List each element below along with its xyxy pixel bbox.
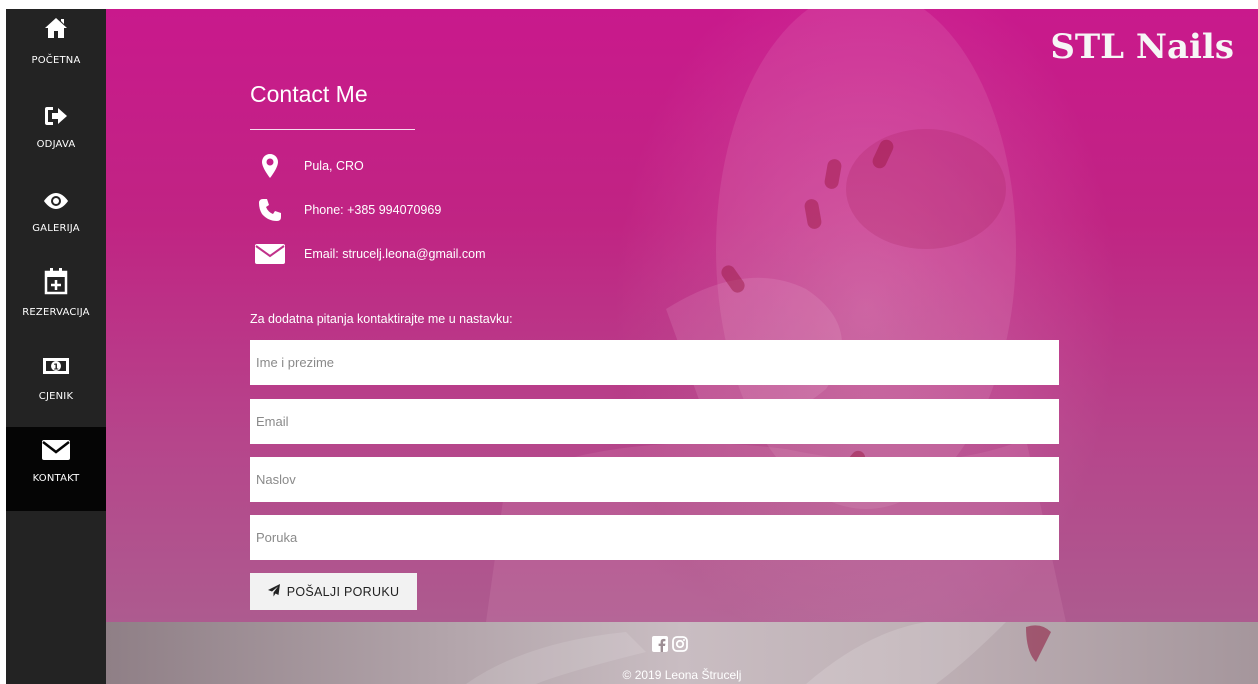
name-input[interactable] [250,340,1059,385]
sidebar-item-rezervacija[interactable]: REZERVACIJA [6,261,106,345]
eye-icon [6,191,106,219]
sidebar-item-kontakt[interactable]: KONTAKT [6,427,106,511]
send-message-button[interactable]: POŠALJI PORUKU [250,573,417,610]
money-icon: 1 [6,355,106,383]
phone-icon [250,193,290,227]
location-text: Pula, CRO [304,159,364,173]
footer: © 2019 Leona Štrucelj [106,622,1258,684]
page-title: Contact Me [250,81,368,107]
home-icon [6,17,106,45]
instagram-icon[interactable] [672,636,688,652]
phone-text: Phone: +385 994070969 [304,203,442,217]
sidebar-item-label: REZERVACIJA [22,307,90,318]
paper-plane-icon [267,583,281,600]
sidebar-item-pocetna[interactable]: POČETNA [6,9,106,93]
map-marker-icon [250,149,290,183]
email-input[interactable] [250,399,1059,444]
subject-input[interactable] [250,457,1059,502]
svg-text:1: 1 [53,363,59,372]
send-button-label: POŠALJI PORUKU [286,584,400,599]
sidebar-item-label: GALERIJA [32,223,80,234]
envelope-icon [250,237,290,271]
sidebar-item-galerija[interactable]: GALERIJA [6,177,106,261]
sign-out-icon [6,105,106,133]
sidebar-item-label: POČETNA [31,55,81,66]
sidebar-item-label: CJENIK [38,391,74,402]
brand-logo: STL Nails [1050,27,1234,67]
message-input[interactable] [250,515,1059,560]
sidebar-item-label: ODJAVA [36,139,76,150]
sidebar-item-cjenik[interactable]: 1 CJENIK [6,345,106,429]
calendar-plus-icon [6,267,106,295]
email-text: Email: strucelj.leona@gmail.com [304,247,486,261]
contact-section: STL Nails Contact Me Pula, CRO Phone: +3… [106,9,1258,622]
copyright: © 2019 Leona Štrucelj [622,668,742,682]
sidebar-item-label: KONTAKT [32,473,80,484]
title-divider [250,129,415,130]
sidebar-item-odjava[interactable]: ODJAVA [6,93,106,177]
facebook-icon[interactable] [652,636,668,652]
envelope-icon [6,439,106,467]
social-links [652,636,688,652]
form-intro: Za dodatna pitanja kontaktirajte me u na… [250,312,513,326]
sidebar: POČETNA ODJAVA GALERIJA REZERVACIJA 1 CJ… [6,9,106,684]
